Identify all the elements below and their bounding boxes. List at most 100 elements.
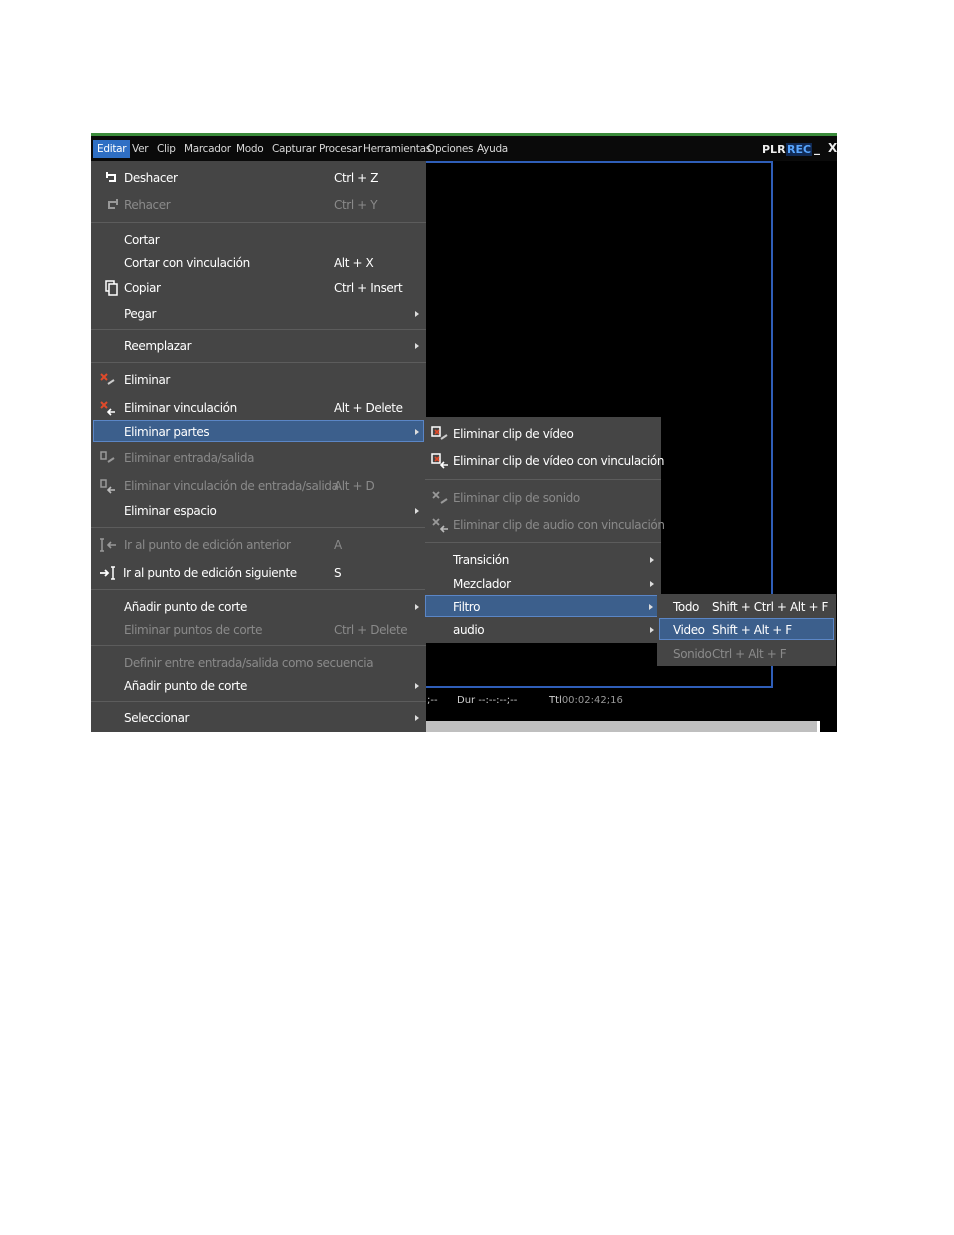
menu-item-shortcut: Ctrl + Z: [334, 171, 379, 185]
menu-marcador[interactable]: Marcador: [180, 140, 235, 158]
menu-editar[interactable]: Editar: [93, 140, 131, 158]
menu-item-eliminar[interactable]: Eliminar: [91, 369, 426, 391]
menu-item-deshacer[interactable]: Deshacer Ctrl + Z: [91, 167, 426, 189]
menu-item-label: Eliminar vinculación: [124, 401, 237, 415]
menu-separator: [91, 589, 426, 590]
menu-modo[interactable]: Modo: [232, 140, 267, 158]
submenu-item-video[interactable]: Video Shift + Alt + F: [659, 618, 834, 640]
menu-ver[interactable]: Ver: [128, 140, 152, 158]
menu-capturar[interactable]: Capturar: [268, 140, 320, 158]
menu-item-anadir-punto-corte[interactable]: Añadir punto de corte: [91, 596, 426, 618]
menu-item-label: Sonido: [673, 647, 712, 661]
delete-video-clip-icon: [431, 426, 448, 440]
menu-item-eliminar-vinculacion[interactable]: Eliminar vinculación Alt + Delete: [91, 397, 426, 419]
menu-item-label: Filtro: [453, 600, 481, 614]
menu-item-label: Ir al punto de edición siguiente: [123, 566, 297, 580]
menu-item-label: Transición: [453, 553, 509, 567]
delete-link-icon: [100, 401, 115, 416]
delete-inout-link-icon: [100, 479, 115, 494]
menu-item-definir-secuencia[interactable]: Definir entre entrada/salida como secuen…: [91, 652, 426, 674]
submenu-item-eliminar-clip-video[interactable]: Eliminar clip de vídeo: [425, 423, 661, 445]
timecode-bar: ;-- Dur --:--:--;-- Ttl00:02:42;16: [425, 691, 837, 711]
menu-item-label: Cortar con vinculación: [124, 256, 250, 270]
menu-item-label: Video: [673, 623, 705, 637]
menu-item-shortcut: Ctrl + Insert: [334, 281, 403, 295]
menu-separator: [425, 479, 661, 480]
close-button[interactable]: X: [828, 141, 837, 157]
menu-item-label: Eliminar vinculación de entrada/salida: [124, 479, 339, 493]
total-label: Ttl: [549, 695, 562, 706]
menu-item-shortcut: Ctrl + Y: [334, 198, 378, 212]
menu-item-rehacer[interactable]: Rehacer Ctrl + Y: [91, 194, 426, 216]
submenu-arrow-icon: [650, 627, 654, 633]
submenu-item-audio[interactable]: audio: [425, 619, 661, 641]
menu-item-label: Reemplazar: [124, 339, 192, 353]
menu-item-eliminar-espacio[interactable]: Eliminar espacio: [91, 500, 426, 522]
menu-item-label: Eliminar: [124, 373, 170, 387]
menu-item-seleccionar[interactable]: Seleccionar: [91, 707, 426, 729]
submenu-item-filtro[interactable]: Filtro: [425, 595, 659, 617]
submenu-item-eliminar-clip-audio-vinculacion[interactable]: Eliminar clip de audio con vinculación: [425, 514, 665, 536]
player-mode-label[interactable]: PLR: [762, 143, 786, 156]
menu-item-label: Pegar: [124, 307, 157, 321]
menu-separator: [91, 645, 426, 646]
menu-item-label: audio: [453, 623, 485, 637]
menu-item-reemplazar[interactable]: Reemplazar: [91, 335, 426, 357]
submenu-item-eliminar-clip-sonido[interactable]: Eliminar clip de sonido: [425, 487, 661, 509]
menu-opciones[interactable]: Opciones: [423, 140, 477, 158]
submenu-item-todo[interactable]: Todo Shift + Ctrl + Alt + F: [657, 596, 836, 618]
menu-item-label: Mezclador: [453, 577, 511, 591]
menu-item-cortar-vinculacion[interactable]: Cortar con vinculación Alt + X: [91, 252, 426, 274]
menu-item-label: Copiar: [124, 281, 161, 295]
menu-item-shortcut: Shift + Alt + F: [712, 623, 792, 637]
menu-item-label: Eliminar entrada/salida: [124, 451, 255, 465]
menu-item-pegar[interactable]: Pegar: [91, 303, 426, 325]
menu-item-label: Añadir punto de corte: [124, 600, 247, 614]
recorder-mode-label[interactable]: REC: [786, 143, 813, 156]
menu-separator: [91, 362, 426, 363]
menu-bar: Editar Ver Clip Marcador Modo Capturar P…: [91, 136, 837, 161]
submenu-arrow-icon: [415, 683, 419, 689]
menu-item-anadir-punto-corte-2[interactable]: Añadir punto de corte: [91, 675, 426, 697]
submenu-arrow-icon: [415, 429, 419, 435]
menu-item-label: Eliminar clip de sonido: [453, 491, 580, 505]
submenu-arrow-icon: [415, 311, 419, 317]
filter-submenu: Todo Shift + Ctrl + Alt + F Video Shift …: [657, 594, 836, 666]
delete-audio-clip-icon: [432, 491, 448, 504]
timeline-scrollbar[interactable]: [425, 721, 817, 732]
menu-separator: [91, 701, 426, 702]
submenu-item-mezclador[interactable]: Mezclador: [425, 573, 661, 595]
menu-item-shortcut: Shift + Ctrl + Alt + F: [712, 600, 829, 614]
menu-item-shortcut: Alt + Delete: [334, 401, 403, 415]
menu-item-eliminar-entrada-salida[interactable]: Eliminar entrada/salida: [91, 447, 426, 469]
edit-menu: Deshacer Ctrl + Z Rehacer Ctrl + Y Corta…: [91, 161, 426, 732]
menu-ayuda[interactable]: Ayuda: [473, 140, 512, 158]
menu-item-label: Eliminar espacio: [124, 504, 217, 518]
menu-separator: [91, 329, 426, 330]
menu-separator: [91, 222, 426, 223]
submenu-item-transicion[interactable]: Transición: [425, 549, 661, 571]
submenu-arrow-icon: [650, 557, 654, 563]
menu-clip[interactable]: Clip: [153, 140, 180, 158]
submenu-item-eliminar-clip-video-vinculacion[interactable]: Eliminar clip de vídeo con vinculación: [425, 450, 664, 472]
menu-item-eliminar-puntos-corte[interactable]: Eliminar puntos de corte Ctrl + Delete: [91, 619, 426, 641]
menu-item-label: Eliminar partes: [124, 425, 210, 439]
menu-item-ir-punto-anterior[interactable]: Ir al punto de edición anterior A: [91, 534, 426, 556]
menu-item-label: Definir entre entrada/salida como secuen…: [124, 656, 374, 670]
submenu-arrow-icon: [650, 581, 654, 587]
menu-item-eliminar-partes[interactable]: Eliminar partes: [93, 420, 424, 442]
submenu-arrow-icon: [415, 508, 419, 514]
delete-inout-icon: [100, 451, 115, 463]
delete-icon: [100, 373, 115, 385]
menu-item-shortcut: A: [334, 538, 342, 552]
minimize-button[interactable]: _: [814, 141, 824, 157]
menu-item-label: Añadir punto de corte: [124, 679, 247, 693]
menu-item-shortcut: Ctrl + Delete: [334, 623, 408, 637]
submenu-item-sonido[interactable]: Sonido Ctrl + Alt + F: [657, 643, 836, 665]
menu-item-eliminar-vinculacion-entrada-salida[interactable]: Eliminar vinculación de entrada/salida A…: [91, 475, 426, 497]
menu-item-ir-punto-siguiente[interactable]: Ir al punto de edición siguiente S: [91, 562, 426, 584]
menu-item-copiar[interactable]: Copiar Ctrl + Insert: [91, 277, 426, 299]
undo-icon: [106, 172, 116, 182]
menu-item-label: Seleccionar: [124, 711, 190, 725]
menu-item-cortar[interactable]: Cortar: [91, 229, 426, 251]
